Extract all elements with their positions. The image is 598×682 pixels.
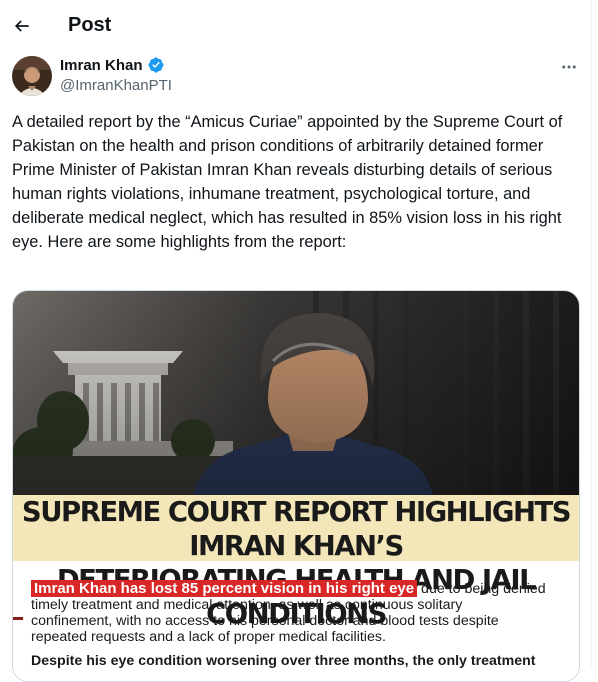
image-fact-block: Imran Khan has lost 85 percent vision in…	[31, 580, 571, 645]
post-image[interactable]: SUPREME COURT REPORT HIGHLIGHTS IMRAN KH…	[12, 290, 580, 682]
page-title: Post	[68, 14, 112, 36]
top-bar: Post	[0, 0, 591, 53]
back-button[interactable]	[4, 8, 40, 44]
image-headline-line-1: SUPREME COURT REPORT HIGHLIGHTS IMRAN KH…	[21, 496, 572, 562]
arrow-left-icon	[14, 20, 29, 32]
post-text: A detailed report by the “Amicus Curiae”…	[12, 113, 563, 251]
more-options-button[interactable]	[556, 54, 582, 80]
image-fact-line-5: Despite his eye condition worsening over…	[31, 653, 536, 669]
image-fact-line-3: confinement, with no access to his perso…	[31, 613, 499, 629]
author-handle[interactable]: @ImranKhanPTI	[60, 77, 172, 94]
more-horizontal-icon	[562, 65, 576, 69]
image-fact-line-1-rest: due to being denied	[417, 581, 546, 597]
image-fact-line-2: timely treatment and medical attention, …	[31, 597, 463, 613]
image-fact-line-1: Imran Khan has lost 85 percent vision in…	[31, 580, 571, 597]
verified-badge-icon	[148, 57, 164, 78]
column-border	[591, 0, 592, 668]
image-highlight: Imran Khan has lost 85 percent vision in…	[31, 580, 418, 597]
image-side-marker	[13, 617, 23, 620]
avatar[interactable]	[12, 56, 52, 96]
image-fact-line-4: repeated requests and a lack of proper m…	[31, 629, 386, 645]
author-name[interactable]: Imran Khan	[60, 57, 143, 74]
